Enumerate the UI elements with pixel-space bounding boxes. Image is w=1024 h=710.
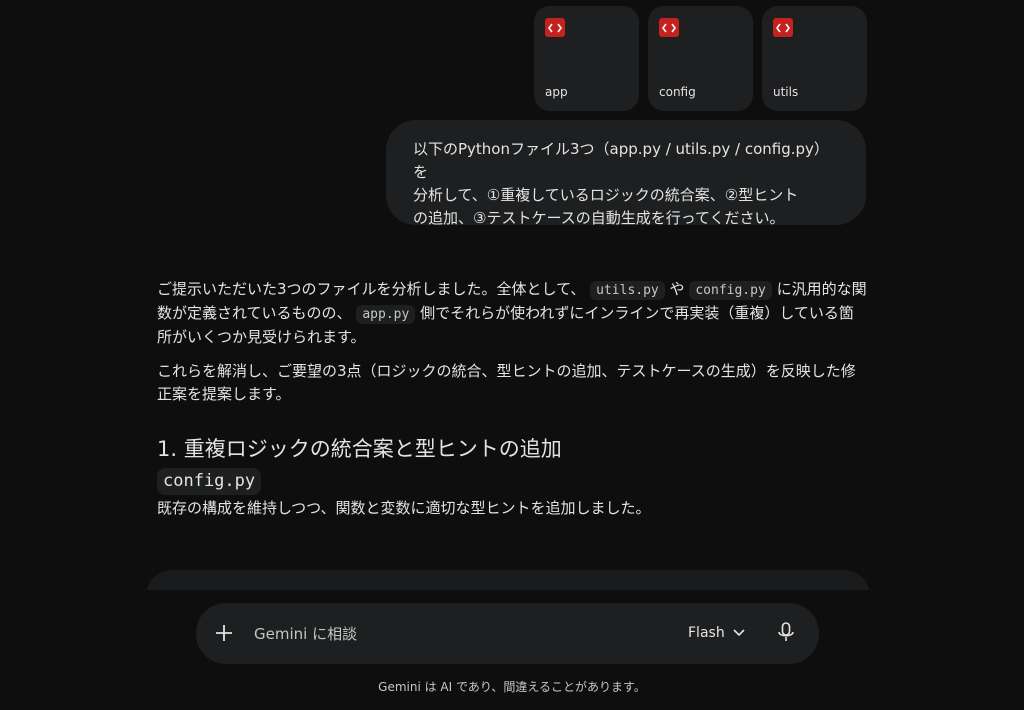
attachment-name: app	[545, 85, 568, 99]
section-heading: 1. 重複ロジックの統合案と型ヒントの追加	[157, 437, 562, 461]
prompt-input[interactable]	[252, 624, 656, 644]
attachment-card-config[interactable]: config	[648, 6, 753, 111]
attachment-name: config	[659, 85, 696, 99]
response-text: ご提示いただいた3つのファイルを分析しました。全体として、	[157, 280, 586, 298]
attachment-name: utils	[773, 85, 799, 99]
inline-code: utils.py	[590, 281, 665, 300]
mic-icon[interactable]	[776, 621, 796, 645]
attachment-list: app config utils	[534, 6, 867, 111]
code-icon	[545, 18, 565, 37]
response-paragraph: 既存の構成を維持しつつ、関数と変数に適切な型ヒントを追加しました。	[157, 499, 651, 517]
response-paragraph: これらを解消し、ご要望の3点（ロジックの統合、型ヒントの追加、テストケースの生成…	[157, 362, 856, 403]
prompt-input-bar: Flash	[196, 603, 819, 664]
chat-page: app config utils 以下のPythonファイル3つ（app.py …	[0, 0, 1024, 710]
user-message-bubble: 以下のPythonファイル3つ（app.py / utils.py / conf…	[386, 120, 866, 227]
code-icon	[773, 18, 793, 37]
chevron-down-icon	[733, 625, 745, 641]
user-message-line: の追加、③テストケースの自動生成を行ってください。	[413, 209, 785, 227]
user-message-line: 分析して、①重複しているロジックの統合案、②型ヒント	[413, 186, 799, 204]
attachment-card-app[interactable]: app	[534, 6, 639, 111]
response-text: や	[669, 280, 685, 298]
response-paragraph: ご提示いただいた3つのファイルを分析しました。全体として、 utils.py や…	[157, 278, 867, 349]
inline-code: app.py	[356, 305, 416, 324]
code-icon	[659, 18, 679, 37]
model-selector-label: Flash	[688, 625, 725, 641]
model-response: ご提示いただいた3つのファイルを分析しました。全体として、 utils.py や…	[157, 278, 867, 531]
disclaimer-text: Gemini は AI であり、間違えることがあります。	[378, 680, 646, 694]
plus-icon[interactable]	[214, 623, 234, 643]
attachment-card-utils[interactable]: utils	[762, 6, 867, 111]
user-message-line: 以下のPythonファイル3つ（app.py / utils.py / conf…	[413, 140, 829, 181]
model-selector[interactable]: Flash	[688, 625, 745, 641]
inline-code: config.py	[689, 281, 772, 300]
file-heading-code: config.py	[157, 468, 262, 495]
